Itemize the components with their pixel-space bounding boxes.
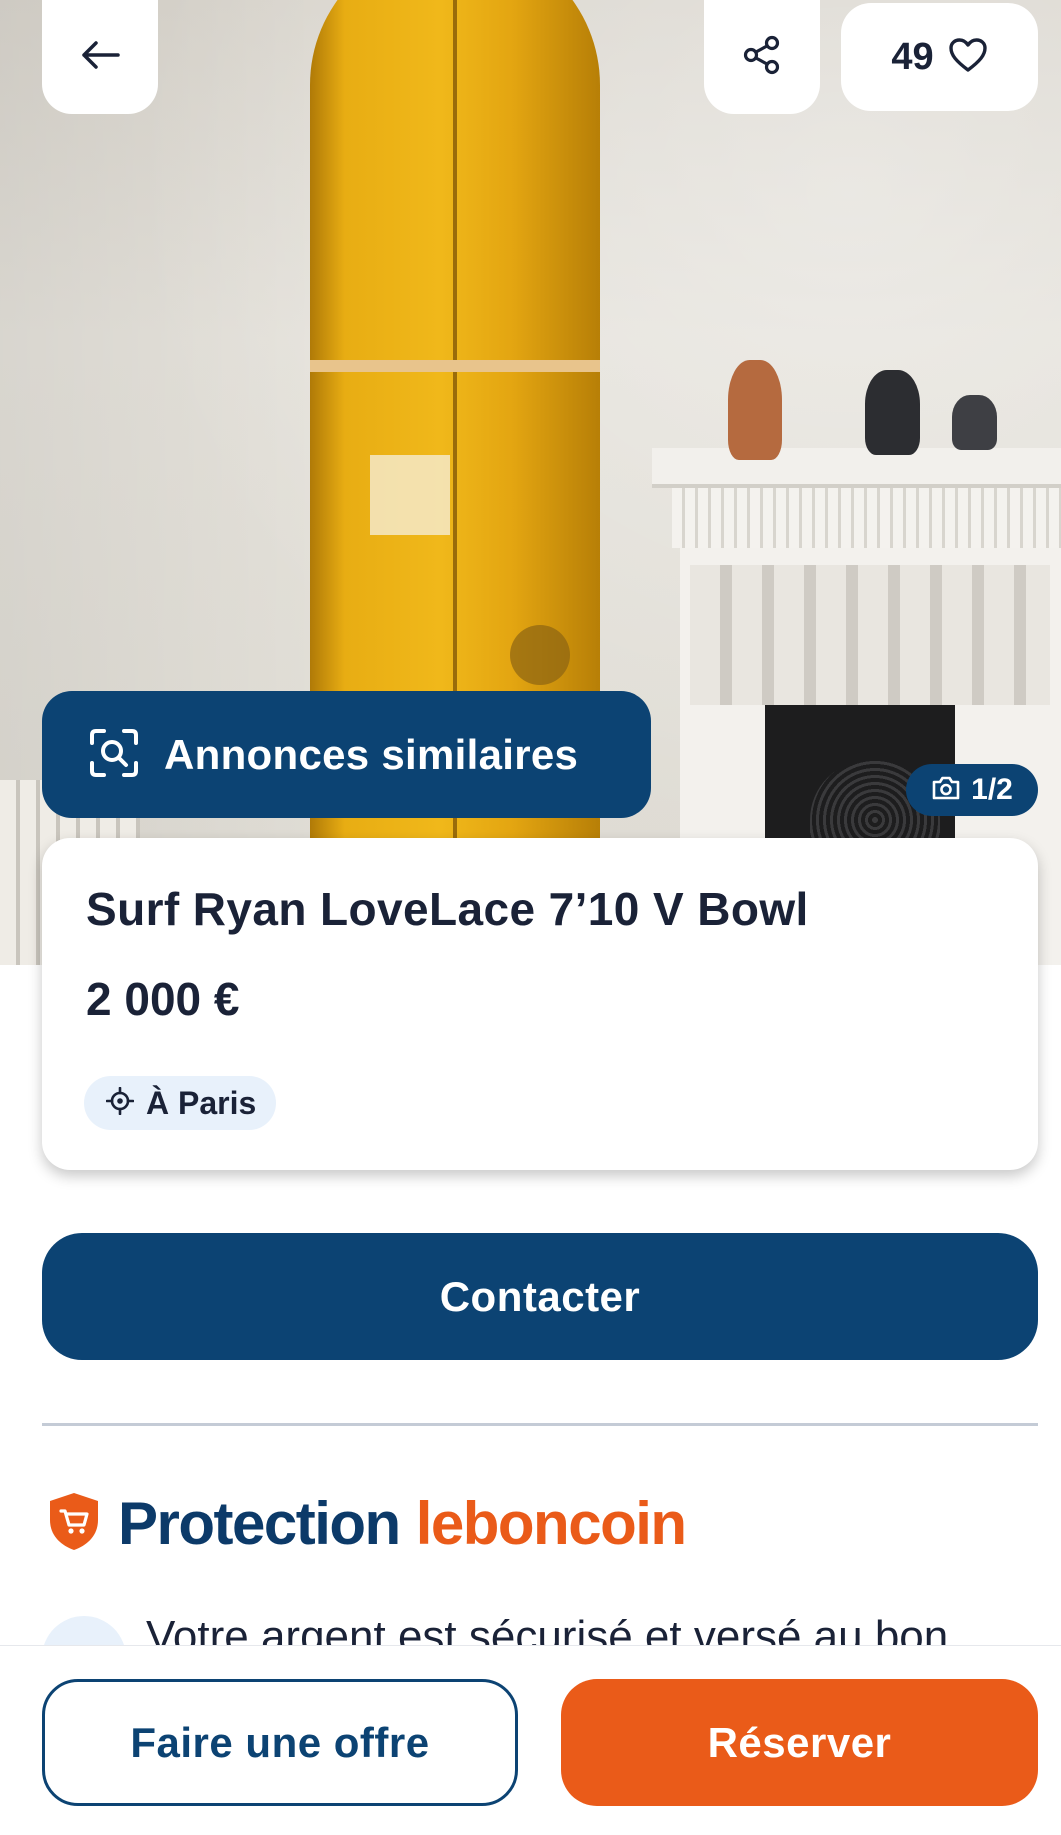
location-chip[interactable]: À Paris — [84, 1076, 277, 1130]
favorites-count: 49 — [891, 35, 934, 78]
back-button[interactable] — [42, 0, 158, 114]
contact-button[interactable]: Contacter — [42, 1233, 1038, 1360]
surfboard-stringer — [453, 0, 457, 965]
surfboard-sticker — [370, 455, 450, 535]
location-target-icon — [105, 1086, 135, 1119]
protection-heading: Protection leboncoin — [46, 1488, 687, 1558]
section-divider — [42, 1423, 1038, 1426]
location-text: À Paris — [146, 1084, 257, 1121]
reserve-label: Réserver — [707, 1718, 892, 1766]
surfboard-band — [310, 360, 600, 372]
arrow-left-icon — [80, 40, 120, 74]
similar-ads-label: Annonces similaires — [164, 730, 579, 778]
camera-icon — [931, 775, 961, 805]
share-icon — [742, 35, 782, 79]
ad-photo[interactable] — [0, 0, 1061, 965]
secure-payment-text: Votre argent est sécurisé et versé au bo… — [146, 1612, 949, 1646]
make-offer-button[interactable]: Faire une offre — [42, 1679, 518, 1806]
photo-counter-badge: 1/2 — [906, 764, 1038, 816]
similar-ads-button[interactable]: Annonces similaires — [42, 691, 651, 818]
secure-payment-row: Votre argent est sécurisé et versé au bo… — [42, 1612, 1042, 1646]
make-offer-label: Faire une offre — [130, 1718, 430, 1766]
visual-search-icon — [88, 727, 140, 783]
protection-title: Protection — [118, 1489, 401, 1557]
reserve-button[interactable]: Réserver — [561, 1679, 1038, 1806]
figurine-elephant — [865, 370, 920, 455]
photo-counter-text: 1/2 — [971, 773, 1013, 806]
figurine-small — [952, 395, 997, 450]
fireplace-mantel — [652, 448, 1061, 488]
photo-surfboard — [310, 0, 600, 965]
figurine-lion — [728, 360, 782, 460]
surfboard-logo — [510, 625, 570, 685]
ad-title: Surf Ryan LoveLace 7’10 V Bowl — [86, 883, 809, 935]
secure-payment-icon — [42, 1616, 126, 1646]
favorite-button[interactable]: 49 — [841, 3, 1038, 111]
leboncoin-brand: leboncoin — [415, 1489, 687, 1557]
contact-label: Contacter — [439, 1272, 641, 1320]
shield-cart-icon — [46, 1490, 102, 1556]
bottom-action-bar: Faire une offre Réserver — [0, 1645, 1061, 1835]
ad-info-card: Surf Ryan LoveLace 7’10 V Bowl 2 000 € À… — [42, 838, 1038, 1170]
heart-icon — [948, 37, 988, 77]
share-button[interactable] — [704, 0, 820, 114]
mantel-frieze — [672, 488, 1061, 548]
fireplace-panels — [690, 565, 1050, 705]
ad-price: 2 000 € — [86, 973, 240, 1025]
